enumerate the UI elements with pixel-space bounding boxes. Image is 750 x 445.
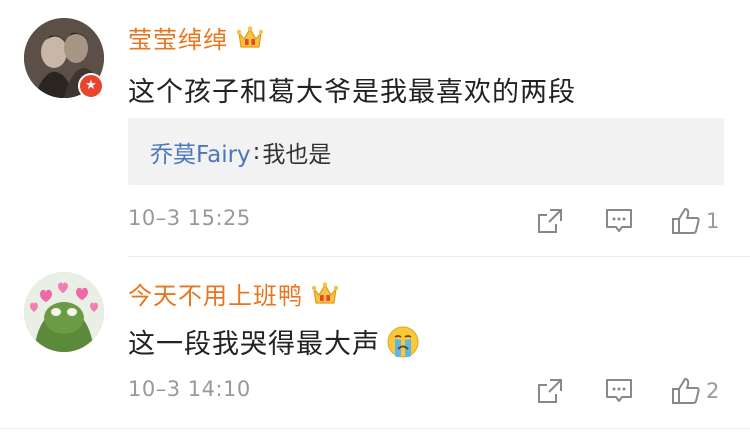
comment-item: ★ 莹莹绰绰 这个孩子和葛大爷是我最喜欢的两段 乔莫Fairy : 我也是 10… xyxy=(0,0,750,257)
comment-icon xyxy=(606,379,632,402)
reply-separator: : xyxy=(252,138,261,165)
share-icon xyxy=(538,209,562,233)
comment-text-row: 这一段我哭得最大声 xyxy=(128,322,420,361)
comment-button[interactable] xyxy=(604,371,634,411)
like-count: 1 xyxy=(706,209,720,233)
username[interactable]: 莹莹绰绰 xyxy=(128,20,264,55)
divider xyxy=(128,256,750,257)
comment-text: 这一段我哭得最大声 xyxy=(128,329,380,360)
thumbs-up-icon xyxy=(672,208,700,234)
share-icon xyxy=(538,379,562,403)
username-text[interactable]: 莹莹绰绰 xyxy=(128,20,228,55)
comment-text: 这个孩子和葛大爷是我最喜欢的两段 xyxy=(128,77,576,108)
like-button[interactable]: 1 xyxy=(670,201,719,241)
share-button[interactable] xyxy=(536,371,564,411)
like-button[interactable]: 2 xyxy=(670,371,719,411)
username-text[interactable]: 今天不用上班鸭 xyxy=(128,276,303,311)
reply-text: 我也是 xyxy=(262,141,332,168)
reply-box[interactable]: 乔莫Fairy : 我也是 xyxy=(128,118,724,185)
thumbs-up-icon xyxy=(672,378,700,404)
comment-icon xyxy=(606,209,632,232)
vip-crown-icon xyxy=(311,281,339,307)
verified-badge-icon: ★ xyxy=(78,73,104,99)
vip-crown-icon xyxy=(236,25,264,51)
divider xyxy=(0,428,750,429)
like-count: 2 xyxy=(706,379,720,403)
comment-button[interactable] xyxy=(604,201,634,241)
username[interactable]: 今天不用上班鸭 xyxy=(128,276,339,311)
comment-item: 今天不用上班鸭 这一段我哭得最大声 10–3 14:10 2 xyxy=(0,258,750,428)
action-bar: 2 xyxy=(0,371,750,411)
user-avatar[interactable] xyxy=(24,272,104,352)
crying-face-icon xyxy=(386,325,420,359)
action-bar: 1 xyxy=(0,201,750,241)
reply-username[interactable]: 乔莫Fairy xyxy=(150,135,251,169)
share-button[interactable] xyxy=(536,201,564,241)
